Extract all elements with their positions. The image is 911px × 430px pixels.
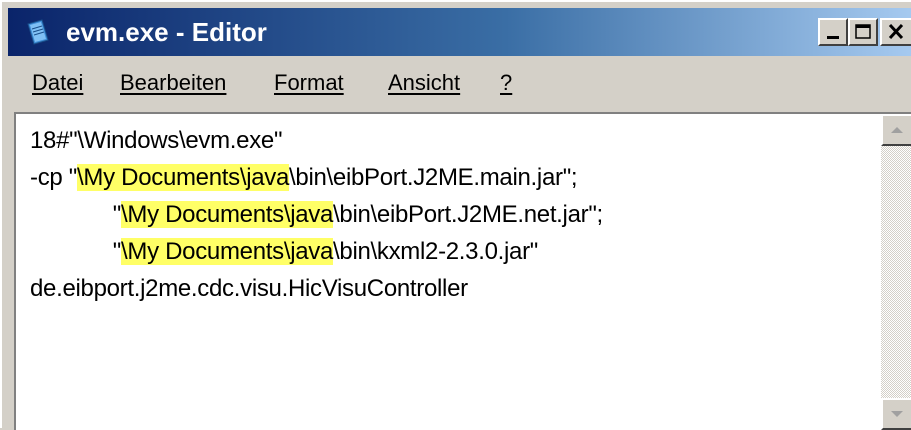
text-line: de.eibport.j2me.cdc.visu.HicVisuControll… <box>30 270 870 307</box>
text-segment: -cp " <box>30 164 78 191</box>
text-content[interactable]: 18#"\Windows\evm.exe" -cp "\My Documents\… <box>30 122 870 422</box>
menu-bar: Datei Bearbeiten Format Ansicht ? <box>8 60 911 106</box>
menu-datei[interactable]: Datei <box>32 70 83 96</box>
window-title: evm.exe - Editor <box>66 17 267 47</box>
notepad-icon <box>26 18 50 46</box>
text-segment: 18#"\Windows\evm.exe" <box>30 127 283 154</box>
highlighted-text: \My Documents\java <box>77 164 290 191</box>
arrow-down-icon <box>891 411 903 417</box>
text-segment: de.eibport.j2me.cdc.visu.HicVisuControll… <box>30 275 468 302</box>
menu-ansicht[interactable]: Ansicht <box>388 70 460 96</box>
arrow-up-icon <box>891 127 903 133</box>
close-icon <box>888 23 904 40</box>
text-editor[interactable]: 18#"\Windows\evm.exe" -cp "\My Documents\… <box>14 112 911 430</box>
text-segment: " <box>30 201 122 228</box>
title-bar[interactable]: evm.exe - Editor <box>8 8 911 56</box>
maximize-icon <box>855 24 871 39</box>
minimize-button[interactable] <box>818 18 848 46</box>
text-segment: " <box>30 238 122 265</box>
menu-format[interactable]: Format <box>274 70 344 96</box>
editor-window: evm.exe - Editor Datei Bearbeiten Format… <box>0 0 911 430</box>
minimize-icon <box>827 36 839 39</box>
highlighted-text: \My Documents\java <box>121 238 334 265</box>
text-segment: \bin\eibPort.J2ME.main.jar"; <box>289 164 578 191</box>
text-line: 18#"\Windows\evm.exe" <box>30 122 870 159</box>
highlighted-text: \My Documents\java <box>121 201 334 228</box>
maximize-button[interactable] <box>848 18 878 46</box>
text-line: "\My Documents\java\bin\kxml2-2.3.0.jar" <box>30 233 870 270</box>
close-button[interactable] <box>880 18 911 46</box>
menu-help[interactable]: ? <box>500 70 512 96</box>
text-line: "\My Documents\java\bin\eibPort.J2ME.net… <box>30 196 870 233</box>
scroll-up-button[interactable] <box>881 114 911 146</box>
vertical-scrollbar[interactable] <box>881 114 911 430</box>
scroll-down-button[interactable] <box>881 398 911 430</box>
text-segment: \bin\kxml2-2.3.0.jar" <box>333 238 538 265</box>
menu-bearbeiten[interactable]: Bearbeiten <box>120 70 226 96</box>
text-segment: \bin\eibPort.J2ME.net.jar"; <box>333 201 603 228</box>
text-line: -cp "\My Documents\java\bin\eibPort.J2ME… <box>30 159 870 196</box>
